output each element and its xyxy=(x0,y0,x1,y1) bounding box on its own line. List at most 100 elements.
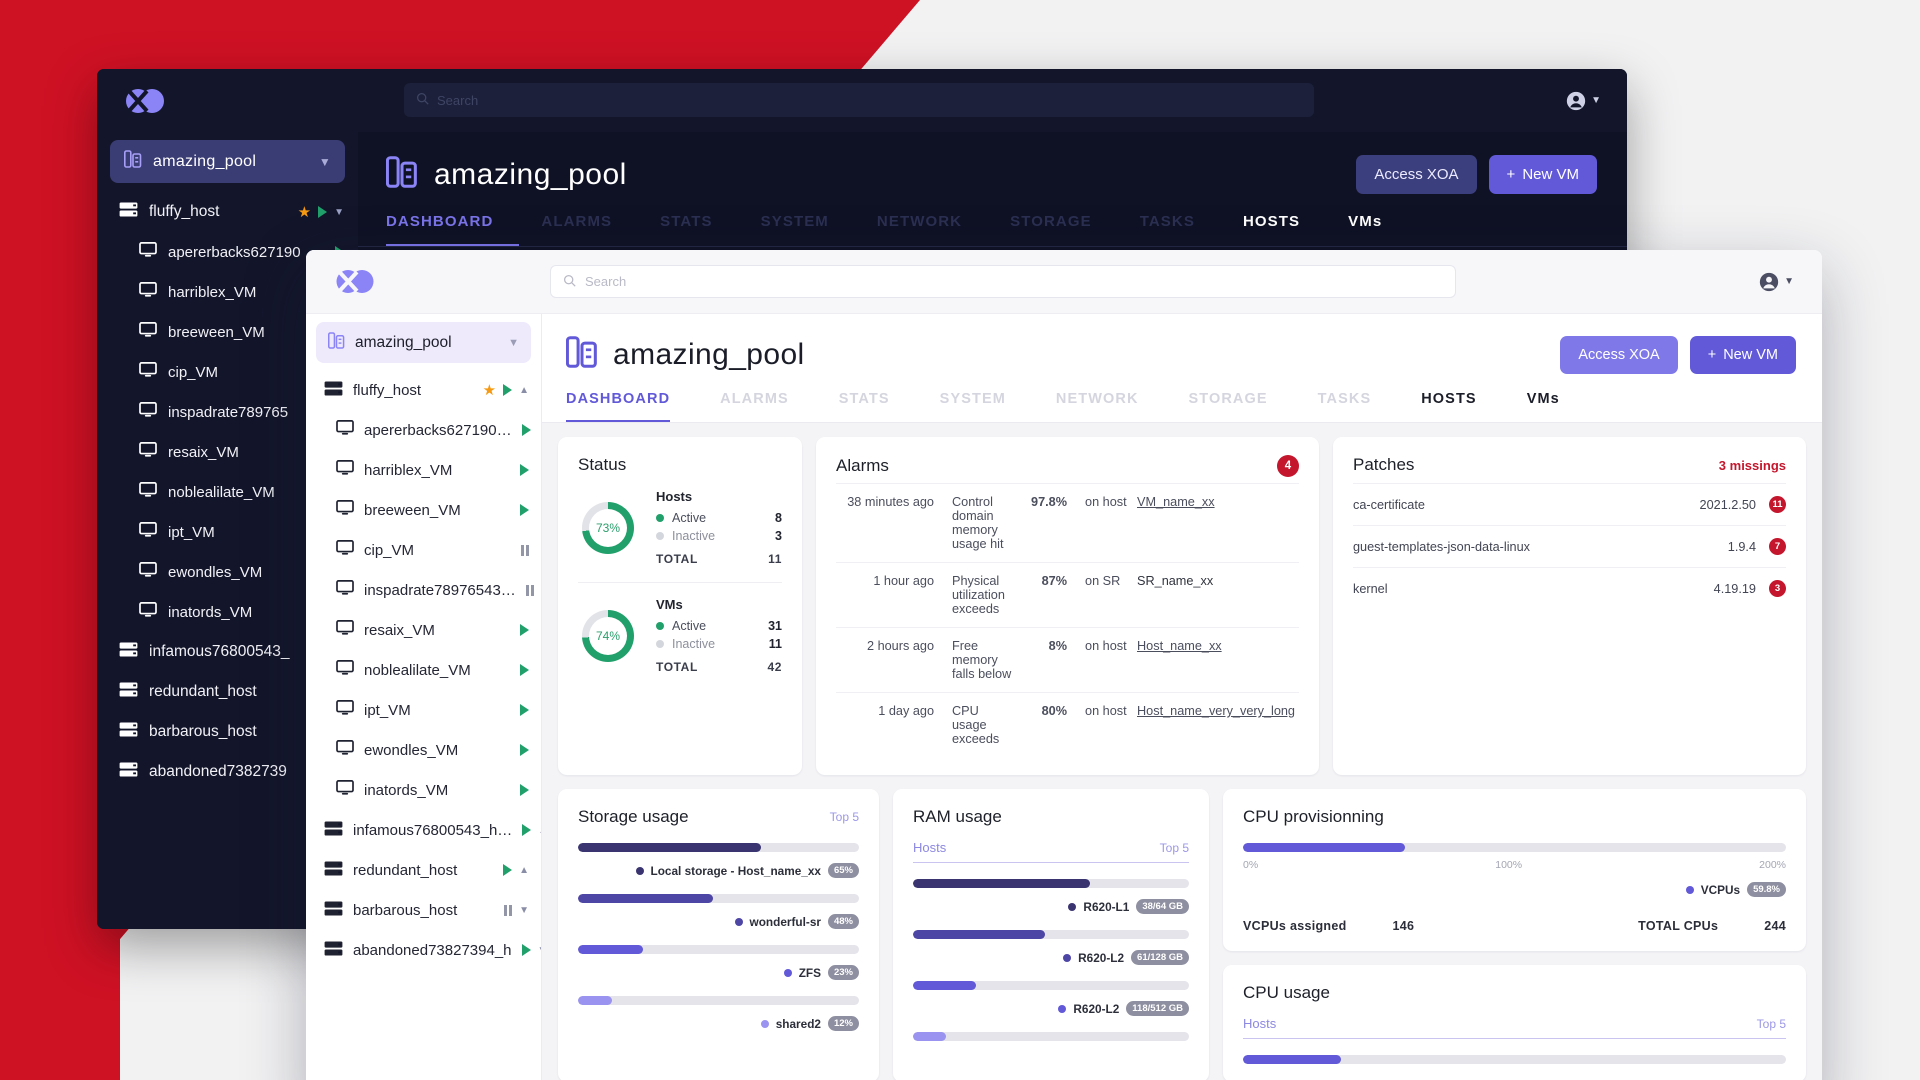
tab-dashboard[interactable]: DASHBOARD xyxy=(566,391,671,422)
status-donut: 74% xyxy=(582,609,634,662)
tab-hosts[interactable]: HOSTS xyxy=(1421,391,1476,422)
chevron-up-icon[interactable]: ▲ xyxy=(519,385,529,396)
alarm-message: Physical utilization exceeds xyxy=(948,562,1020,628)
tab-dashboard[interactable]: DASHBOARD xyxy=(386,213,520,246)
status-active-row: Active 8 xyxy=(656,511,782,525)
alarm-target-link[interactable]: Host_name_very_very_long xyxy=(1133,692,1299,757)
dark-tabs: DASHBOARD ALARMS STATS SYSTEM NETWORK STORAGE… xyxy=(358,195,1627,247)
sidebar-item-breeween-vm[interactable]: breeween_VM xyxy=(306,490,541,530)
favorite-star-icon[interactable]: ★ xyxy=(483,381,496,399)
patch-row[interactable]: kernel 4.19.19 3 xyxy=(1353,567,1786,609)
usage-bar-track xyxy=(578,894,859,903)
storage-top-label: Top 5 xyxy=(829,810,859,824)
tab-alarms[interactable]: ALARMS xyxy=(720,391,789,422)
tab-hosts[interactable]: HOSTS xyxy=(1243,213,1326,246)
status-active-row: Active 31 xyxy=(656,619,782,633)
cpu-prov-track xyxy=(1243,843,1786,852)
light-search-input[interactable]: Search xyxy=(550,265,1456,298)
sidebar-item-actions xyxy=(520,464,529,476)
patch-count-badge: 11 xyxy=(1769,496,1786,513)
sidebar-item-actions: ▼ xyxy=(503,904,529,916)
sidebar-item-inspadrate78976543-[interactable]: inspadrate78976543… xyxy=(306,570,541,610)
xo-logo-icon[interactable] xyxy=(121,84,169,118)
alarm-row[interactable]: 1 hour ago Physical utilization exceeds … xyxy=(836,562,1299,628)
sidebar-item-harriblex-vm[interactable]: harriblex_VM xyxy=(306,450,541,490)
access-xoa-button[interactable]: Access XOA xyxy=(1356,155,1477,194)
sidebar-item-apererbacks627190-[interactable]: apererbacks627190… xyxy=(306,410,541,450)
alarm-row[interactable]: 2 hours ago Free memory falls below 8% o… xyxy=(836,627,1299,693)
alarms-count-badge: 4 xyxy=(1277,455,1299,477)
tab-stats[interactable]: STATS xyxy=(660,213,738,246)
sidebar-item-ewondles-vm[interactable]: ewondles_VM xyxy=(306,730,541,770)
sidebar-item-ipt-vm[interactable]: ipt_VM xyxy=(306,690,541,730)
sidebar-item-abandoned73827394-h[interactable]: abandoned73827394_h ▼ xyxy=(306,930,541,970)
usage-bar-track xyxy=(913,1032,1189,1041)
alarm-target-link[interactable]: Host_name_xx xyxy=(1133,627,1299,693)
new-vm-button[interactable]: + New VM xyxy=(1689,335,1796,374)
pool-icon xyxy=(385,154,418,195)
tab-tasks[interactable]: TASKS xyxy=(1140,213,1221,246)
pool-icon xyxy=(328,331,345,355)
usage-bar-label: R620-L2 xyxy=(1073,1001,1120,1016)
tab-system[interactable]: SYSTEM xyxy=(761,213,855,246)
sidebar-item-barbarous-host[interactable]: barbarous_host ▼ xyxy=(306,890,541,930)
new-vm-button[interactable]: + New VM xyxy=(1488,155,1597,194)
sidebar-item-fluffy-host[interactable]: fluffy_host ★ ▼ xyxy=(97,192,358,232)
usage-bar-fill xyxy=(913,879,1090,888)
sidebar-item-inatords-vm[interactable]: inatords_VM xyxy=(306,770,541,810)
xo-logo-icon[interactable] xyxy=(332,265,378,298)
alarm-message: Control domain memory usage hit xyxy=(948,483,1020,563)
light-account-menu[interactable]: ▼ xyxy=(1758,271,1794,293)
tab-tasks[interactable]: TASKS xyxy=(1318,391,1372,422)
dark-account-menu[interactable]: ▼ xyxy=(1565,90,1601,112)
sidebar-item-redundant-host[interactable]: redundant_host ▲ xyxy=(306,850,541,890)
sidebar-item-resaix-vm[interactable]: resaix_VM xyxy=(306,610,541,650)
dark-header-actions: Access XOA + New VM xyxy=(1356,155,1597,194)
alarm-target-link[interactable]: VM_name_xx xyxy=(1133,483,1299,563)
running-icon xyxy=(521,944,531,956)
tab-system[interactable]: SYSTEM xyxy=(940,391,1006,422)
sidebar-item-infamous76800543-h-[interactable]: infamous76800543_h… ▲ xyxy=(306,810,541,850)
vm-icon xyxy=(139,562,157,582)
patch-version: 1.9.4 xyxy=(1619,525,1756,568)
running-icon xyxy=(521,424,531,436)
tab-storage[interactable]: STORAGE xyxy=(1189,391,1268,422)
tab-network[interactable]: NETWORK xyxy=(877,213,988,246)
alarm-row[interactable]: 38 minutes ago Control domain memory usa… xyxy=(836,483,1299,563)
light-page-title: amazing_pool xyxy=(613,337,805,371)
tab-stats[interactable]: STATS xyxy=(839,391,890,422)
vm-icon xyxy=(336,540,354,560)
patch-row[interactable]: ca-certificate 2021.2.50 11 xyxy=(1353,483,1786,526)
ram-sub-label[interactable]: Hosts xyxy=(913,840,946,855)
tab-storage[interactable]: STORAGE xyxy=(1010,213,1118,246)
dark-pool-selector[interactable]: amazing_pool ▼ xyxy=(110,140,345,183)
new-vm-label: New VM xyxy=(1723,346,1778,363)
chevron-up-icon[interactable]: ▲ xyxy=(519,865,529,876)
tab-vms[interactable]: VMs xyxy=(1527,391,1560,422)
chevron-down-icon[interactable]: ▼ xyxy=(334,207,344,218)
tab-vms[interactable]: VMs xyxy=(1348,213,1408,246)
alarms-table: 38 minutes ago Control domain memory usa… xyxy=(836,483,1299,757)
usage-bar-track xyxy=(578,945,859,954)
chevron-down-icon: ▼ xyxy=(318,154,331,169)
chevron-down-icon[interactable]: ▼ xyxy=(519,905,529,916)
patch-row[interactable]: guest-templates-json-data-linux 1.9.4 7 xyxy=(1353,525,1786,568)
favorite-star-icon[interactable]: ★ xyxy=(298,203,311,221)
status-group-info: VMs Active 31 Inactive 11 TOTAL 42 xyxy=(656,597,782,674)
vm-icon xyxy=(336,700,354,715)
total-cpus-group: TOTAL CPUs 244 xyxy=(1638,919,1786,933)
running-icon xyxy=(520,624,529,636)
access-xoa-button[interactable]: Access XOA xyxy=(1560,335,1678,374)
tab-alarms[interactable]: ALARMS xyxy=(541,213,638,246)
dashboard-bottom-row: Storage usage Top 5 Local storage - Host… xyxy=(558,789,1806,1080)
sidebar-item-fluffy-host[interactable]: fluffy_host ★ ▲ xyxy=(306,370,541,410)
light-pool-selector[interactable]: amazing_pool ▼ xyxy=(316,322,531,363)
dark-search-input[interactable]: Search xyxy=(404,83,1314,117)
alarm-row[interactable]: 1 day ago CPU usage exceeds 80% on host … xyxy=(836,692,1299,757)
host-icon xyxy=(119,682,138,697)
sidebar-item-noblealilate-vm[interactable]: noblealilate_VM xyxy=(306,650,541,690)
vm-icon xyxy=(336,780,354,800)
tab-network[interactable]: NETWORK xyxy=(1056,391,1139,422)
cpu-usage-sub-label[interactable]: Hosts xyxy=(1243,1016,1276,1031)
sidebar-item-cip-vm[interactable]: cip_VM xyxy=(306,530,541,570)
